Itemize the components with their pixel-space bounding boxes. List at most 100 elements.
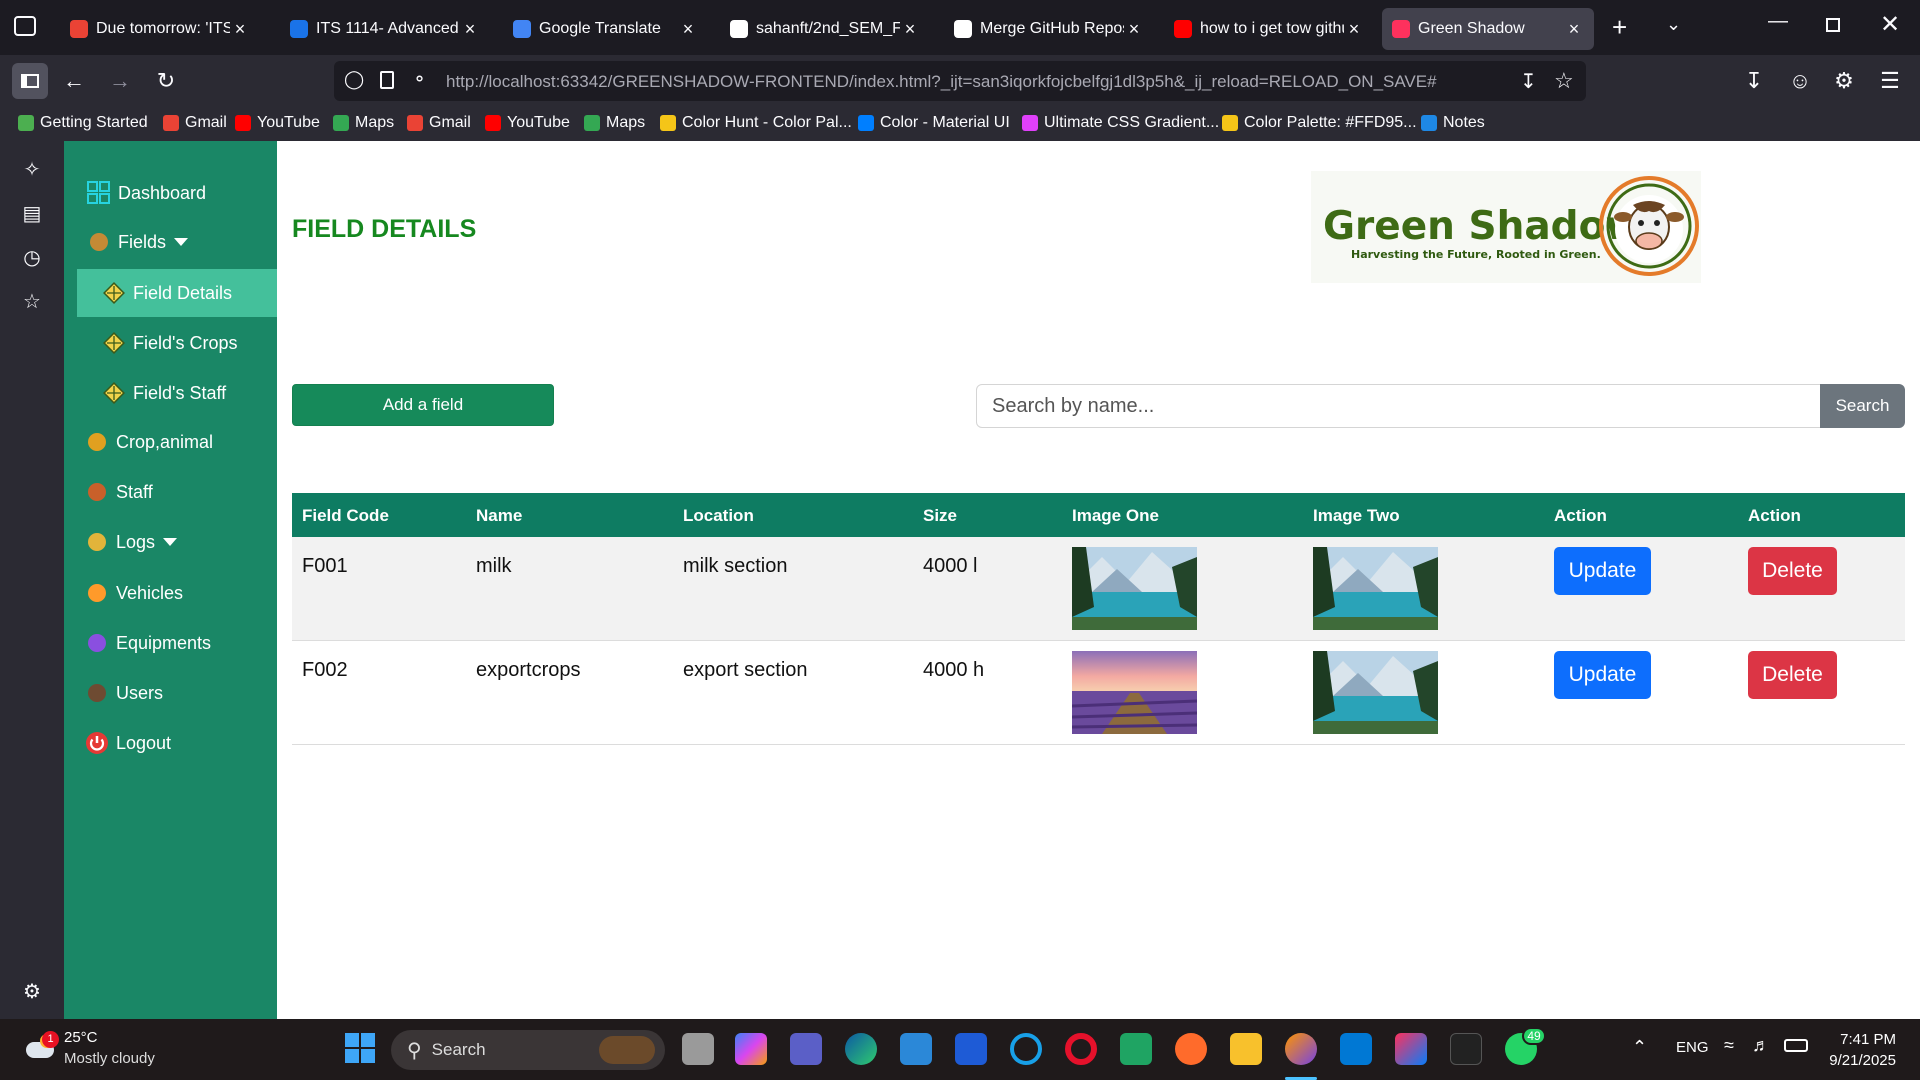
bookmark-item[interactable]: YouTube — [485, 114, 570, 132]
edge-icon[interactable] — [845, 1033, 877, 1065]
bookmarks-icon[interactable]: ☆ — [18, 287, 46, 315]
back-icon[interactable]: ← — [56, 63, 92, 99]
opera-icon[interactable] — [1065, 1033, 1097, 1065]
sidebar-item-equipments[interactable]: Equipments — [64, 619, 277, 667]
clock-time[interactable]: 7:41 PM — [1826, 1031, 1896, 1048]
cortana-icon[interactable] — [1010, 1033, 1042, 1065]
browser-tab[interactable]: Google Translate × — [503, 8, 708, 50]
volume-icon[interactable]: ♬ — [1752, 1035, 1770, 1056]
search-button[interactable]: Search — [1820, 384, 1905, 428]
bookmark-item[interactable]: YouTube — [235, 114, 320, 132]
bookmark-item[interactable]: Gmail — [163, 114, 227, 132]
page-icon[interactable] — [380, 71, 394, 89]
copilot-icon[interactable] — [735, 1033, 767, 1065]
sidebar-item-crop-animal[interactable]: Crop,animal — [64, 418, 277, 466]
synced-tabs-icon[interactable]: ▤ — [18, 199, 46, 227]
tab-overview-icon[interactable] — [14, 16, 36, 36]
firefox-icon[interactable] — [1285, 1033, 1317, 1065]
column-header: Name — [476, 506, 523, 525]
taskbar-search[interactable]: ⚲ Search — [391, 1030, 665, 1070]
file-explorer-icon[interactable] — [1230, 1033, 1262, 1065]
weather-icon[interactable]: 1 — [22, 1031, 59, 1062]
account-icon[interactable]: ☺ — [1782, 63, 1818, 99]
bookmark-star-icon[interactable]: ☆ — [1554, 68, 1574, 94]
sidebar-item-dashboard[interactable]: Dashboard — [64, 169, 277, 217]
delete-button[interactable]: Delete — [1748, 651, 1837, 699]
intellij-icon[interactable] — [1395, 1033, 1427, 1065]
sidebar-item-users[interactable]: Users — [64, 669, 277, 717]
browser-tab[interactable]: sahanft/2nd_SEM_FIN/× — [720, 8, 930, 50]
weather-condition[interactable]: Mostly cloudy — [64, 1050, 155, 1067]
sidebar-item-field-s-crops[interactable]: Field's Crops — [64, 319, 277, 367]
wifi-icon[interactable]: ≈ — [1724, 1035, 1734, 1056]
sidebar-item-field-s-staff[interactable]: Field's Staff — [64, 369, 277, 417]
extensions-icon[interactable]: ⚙ — [1826, 63, 1862, 99]
store-icon[interactable] — [900, 1033, 932, 1065]
windows-start-icon[interactable] — [345, 1033, 375, 1063]
sidebar-item-field-details[interactable]: Field Details — [77, 269, 277, 317]
sidebar-item-logout[interactable]: Logout — [64, 719, 277, 767]
search-input[interactable] — [976, 384, 1821, 428]
settings-gear-icon[interactable]: ⚙ — [18, 977, 46, 1005]
update-button[interactable]: Update — [1554, 651, 1651, 699]
battery-icon[interactable] — [1784, 1039, 1808, 1052]
key-icon[interactable]: ⚬ — [412, 69, 427, 90]
classroom-app-icon[interactable] — [1120, 1033, 1152, 1065]
save-page-icon[interactable]: ↧ — [1520, 69, 1537, 94]
bookmark-item[interactable]: Ultimate CSS Gradient... — [1022, 114, 1219, 132]
browser-tab[interactable]: Green Shadow × — [1382, 8, 1594, 50]
sidebar-toggle-icon[interactable] — [12, 63, 48, 99]
bookmark-item[interactable]: Color Palette: #FFD95... — [1222, 114, 1417, 132]
browser-tab[interactable]: Merge GitHub Repos × — [944, 8, 1154, 50]
minimize-icon[interactable]: — — [1768, 10, 1788, 33]
sidebar-item-logs[interactable]: Logs — [64, 518, 277, 566]
browser-tab[interactable]: how to i get tow githu × — [1164, 8, 1374, 50]
close-tab-icon[interactable]: × — [678, 19, 698, 40]
close-tab-icon[interactable]: × — [1124, 19, 1144, 40]
intellij-icon — [1392, 20, 1410, 38]
clock-date[interactable]: 9/21/2025 — [1812, 1052, 1896, 1069]
bookmark-item[interactable]: Maps — [584, 114, 645, 132]
update-button[interactable]: Update — [1554, 547, 1651, 595]
teams-icon[interactable] — [790, 1033, 822, 1065]
address-bar[interactable]: ◯ ⚬ http://localhost:63342/GREENSHADOW-F… — [334, 61, 1586, 101]
task-view-icon[interactable] — [682, 1033, 714, 1065]
new-tab-icon[interactable]: + — [1612, 12, 1627, 43]
browser-tab[interactable]: ITS 1114- Advanced AI× — [280, 8, 490, 50]
menu-icon[interactable]: ☰ — [1872, 63, 1908, 99]
bookmark-item[interactable]: Color - Material UI — [858, 114, 1010, 132]
add-field-button[interactable]: Add a field — [292, 384, 554, 426]
browser-tab[interactable]: Due tomorrow: 'ITS 11× — [60, 8, 260, 50]
url-text[interactable]: http://localhost:63342/GREENSHADOW-FRONT… — [446, 72, 1437, 92]
weather-temp[interactable]: 25°C — [64, 1029, 98, 1046]
restore-icon[interactable] — [1826, 18, 1840, 32]
close-tab-icon[interactable]: × — [460, 19, 480, 40]
close-tab-icon[interactable]: × — [230, 19, 250, 40]
bookmark-item[interactable]: Getting Started — [18, 114, 148, 132]
downloads-icon[interactable]: ↧ — [1736, 63, 1772, 99]
reload-icon[interactable]: ↻ — [148, 63, 184, 99]
postman-icon[interactable] — [1175, 1033, 1207, 1065]
vmware-icon[interactable] — [955, 1033, 987, 1065]
show-hidden-icons[interactable]: ⌃ — [1632, 1037, 1647, 1058]
close-tab-icon[interactable]: × — [1564, 19, 1584, 40]
list-tabs-icon[interactable]: ⌄ — [1666, 14, 1681, 35]
close-tab-icon[interactable]: × — [1344, 19, 1364, 40]
sidebar-item-staff[interactable]: Staff — [64, 468, 277, 516]
ai-chat-icon[interactable]: ✧ — [18, 155, 46, 183]
delete-button[interactable]: Delete — [1748, 547, 1837, 595]
sidebar-item-vehicles[interactable]: Vehicles — [64, 569, 277, 617]
vscode-icon[interactable] — [1340, 1033, 1372, 1065]
bookmark-item[interactable]: Notes — [1421, 114, 1485, 132]
shield-icon[interactable]: ◯ — [344, 69, 364, 90]
bookmark-item[interactable]: Maps — [333, 114, 394, 132]
language-indicator[interactable]: ENG — [1676, 1039, 1709, 1056]
close-window-icon[interactable]: ✕ — [1880, 10, 1900, 39]
history-icon[interactable]: ◷ — [18, 243, 46, 271]
mysql-icon[interactable] — [1450, 1033, 1482, 1065]
bookmark-item[interactable]: Color Hunt - Color Pal... — [660, 114, 852, 132]
bookmark-item[interactable]: Gmail — [407, 114, 471, 132]
bookmark-favicon-icon — [858, 115, 874, 131]
close-tab-icon[interactable]: × — [900, 19, 920, 40]
sidebar-item-fields[interactable]: Fields — [64, 218, 277, 266]
